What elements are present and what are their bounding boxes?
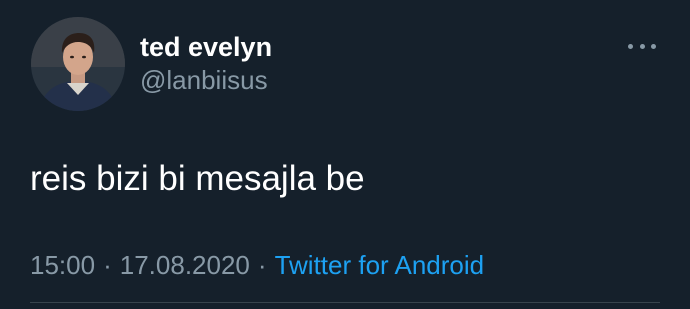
divider (30, 302, 660, 303)
tweet-card: ted evelyn @lanbiisus reis bizi bi mesaj… (0, 0, 690, 309)
tweet-text: reis bizi bi mesajla be (30, 159, 365, 198)
display-name[interactable]: ted evelyn (140, 31, 272, 63)
meta-separator: · (257, 250, 267, 280)
avatar-photo-icon (31, 17, 125, 111)
tweet-time[interactable]: 15:00 (30, 250, 95, 280)
user-handle[interactable]: @lanbiisus (140, 64, 268, 96)
tweet-source-link[interactable]: Twitter for Android (275, 250, 485, 280)
tweet-meta: 15:00 · 17.08.2020 · Twitter for Android (30, 249, 484, 281)
more-dot-icon (651, 43, 656, 49)
more-dot-icon (639, 43, 645, 49)
tweet-date[interactable]: 17.08.2020 (120, 250, 250, 280)
more-dot-icon (628, 43, 633, 49)
user-avatar[interactable] (31, 17, 125, 111)
more-options-button[interactable] (624, 36, 660, 56)
meta-separator: · (103, 250, 112, 280)
